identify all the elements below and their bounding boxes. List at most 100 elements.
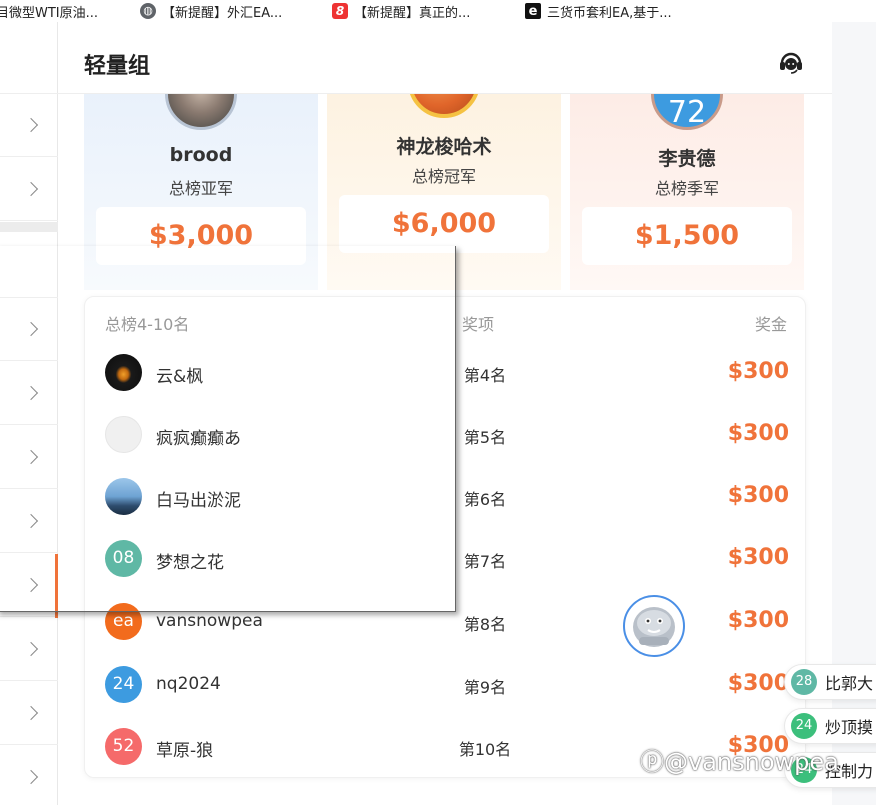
avatar: 08	[105, 540, 142, 577]
row-prize: $300	[727, 671, 789, 696]
podium-prize: $1,500	[582, 207, 792, 265]
podium-rank: 总榜冠军	[411, 167, 476, 186]
bookmark-2[interactable]: 8 【新提醒】真正的...	[332, 0, 470, 22]
chevron-right-icon	[23, 321, 39, 337]
avatar: 24	[791, 713, 817, 739]
col-header-rank: 总榜4-10名	[105, 315, 190, 334]
e-icon: e	[525, 3, 541, 19]
watermark-text: @vansnowpea	[664, 748, 839, 776]
row-award: 第10名	[458, 740, 512, 759]
leaderboard-panel: brood 总榜亚军 $3,000 神龙梭哈术 总榜冠军 $6,000 72 李…	[58, 22, 832, 805]
row-award: 第7名	[463, 552, 507, 571]
watermark: ⓟ@vansnowpea	[640, 748, 839, 776]
avatar: 28	[791, 669, 817, 695]
row-award: 第6名	[463, 490, 507, 509]
sidebar-item-8[interactable]	[0, 554, 58, 617]
podium-prize: $3,000	[96, 207, 306, 265]
panel-header: 轻量组	[58, 22, 832, 94]
table-row[interactable]: 08 梦想之花 第7名 $300	[85, 528, 807, 590]
avatar	[105, 478, 142, 515]
row-award: 第5名	[463, 428, 507, 447]
avatar	[105, 416, 142, 453]
robot-icon	[633, 607, 675, 647]
bookmark-0[interactable]: 目微型WTI原油...	[0, 0, 98, 22]
chip-label: 比郭大	[825, 674, 874, 693]
podium-name: 神龙梭哈术	[396, 136, 492, 158]
row-award: 第8名	[463, 615, 507, 634]
chevron-right-icon	[23, 769, 39, 785]
sidebar-item-6[interactable]	[0, 426, 58, 489]
globe-icon: ◍	[140, 3, 156, 19]
row-name: 草原-狼	[156, 741, 214, 761]
row-name: 梦想之花	[156, 553, 224, 573]
podium-rank: 总榜亚军	[168, 179, 233, 198]
sidebar-item-9[interactable]	[0, 618, 58, 681]
bookmark-3[interactable]: e 三货币套利EA,基于...	[525, 0, 672, 22]
table-row[interactable]: 24 nq2024 第9名 $300	[85, 654, 807, 716]
avatar: ea	[105, 603, 142, 640]
podium-name: brood	[169, 144, 233, 166]
podium-rank: 总榜季军	[654, 179, 719, 198]
podium-name: 李贵德	[658, 148, 716, 170]
table-row[interactable]: 云&枫 第4名 $300	[85, 342, 807, 404]
bookmark-label: 目微型WTI原油...	[0, 5, 99, 21]
sidebar-item-5[interactable]	[0, 362, 58, 425]
table-row[interactable]: ea vansnowpea 第8名 $300	[85, 591, 807, 653]
floating-user-chip[interactable]: 24 炒顶摸	[784, 708, 876, 744]
row-award: 第9名	[463, 678, 507, 697]
bookmark-label: 三货币套利EA,基于...	[547, 5, 672, 21]
table-row[interactable]: 疯疯癫癫あ 第5名 $300	[85, 404, 807, 466]
sidebar-item-4[interactable]	[0, 298, 58, 361]
sidebar-item-3[interactable]	[0, 232, 58, 298]
bookmark-label: 【新提醒】真正的...	[354, 5, 471, 21]
row-award: 第4名	[463, 366, 507, 385]
bookmarks-bar: 目微型WTI原油... ◍ 【新提醒】外汇EA... 8 【新提醒】真正的...…	[0, 0, 876, 22]
chevron-right-icon	[23, 513, 39, 529]
chevron-right-icon	[23, 385, 39, 401]
col-header-award: 奖项	[462, 315, 495, 334]
row-name: nq2024	[156, 674, 221, 694]
row-name: 疯疯癫癫あ	[156, 429, 241, 449]
ranking-list: 总榜4-10名 奖项 奖金 云&枫 第4名 $300 疯疯癫癫あ 第5名 $30…	[84, 296, 806, 778]
row-prize: $300	[727, 608, 789, 633]
chevron-right-icon	[23, 449, 39, 465]
podium-first: 神龙梭哈术 总榜冠军 $6,000	[327, 46, 561, 290]
podium-second: brood 总榜亚军 $3,000	[84, 58, 318, 290]
row-prize: $300	[727, 421, 789, 446]
red-8-icon: 8	[332, 3, 348, 19]
avatar: 52	[105, 728, 142, 765]
app-root: 目微型WTI原油... ◍ 【新提醒】外汇EA... 8 【新提醒】真正的...…	[0, 0, 876, 805]
chip-label: 炒顶摸	[825, 718, 874, 737]
row-prize: $300	[727, 359, 789, 384]
assistant-robot-button[interactable]	[623, 595, 685, 657]
podium-prize: $6,000	[339, 195, 549, 253]
sidebar-divider	[0, 222, 58, 232]
chevron-right-icon	[23, 181, 39, 197]
sidebar-item-7[interactable]	[0, 490, 58, 553]
sidebar-item-1[interactable]	[0, 94, 58, 157]
floating-user-chip[interactable]: 28 比郭大	[784, 664, 876, 700]
chevron-right-icon	[23, 117, 39, 133]
sidebar-item-2[interactable]	[0, 158, 58, 221]
sidebar	[0, 22, 58, 805]
chevron-right-icon	[23, 705, 39, 721]
page-title: 轻量组	[84, 54, 151, 79]
row-prize: $300	[727, 545, 789, 570]
col-header-prize: 奖金	[754, 315, 787, 334]
avatar	[105, 354, 142, 391]
row-name: 云&枫	[156, 367, 204, 387]
chevron-right-icon	[23, 577, 39, 593]
sidebar-item-10[interactable]	[0, 682, 58, 745]
row-prize: $300	[727, 483, 789, 508]
sidebar-header	[0, 22, 58, 94]
avatar: 24	[105, 666, 142, 703]
chevron-right-icon	[23, 641, 39, 657]
sidebar-item-11[interactable]	[0, 746, 58, 805]
headset-icon[interactable]	[778, 49, 804, 75]
podium-third: 72 李贵德 总榜季军 $1,500	[570, 58, 804, 290]
bookmark-label: 【新提醒】外汇EA...	[162, 5, 283, 21]
row-name: vansnowpea	[156, 611, 263, 631]
row-name: 白马出淤泥	[156, 491, 241, 511]
table-row[interactable]: 白马出淤泥 第6名 $300	[85, 466, 807, 528]
bookmark-1[interactable]: ◍ 【新提醒】外汇EA...	[140, 0, 282, 22]
